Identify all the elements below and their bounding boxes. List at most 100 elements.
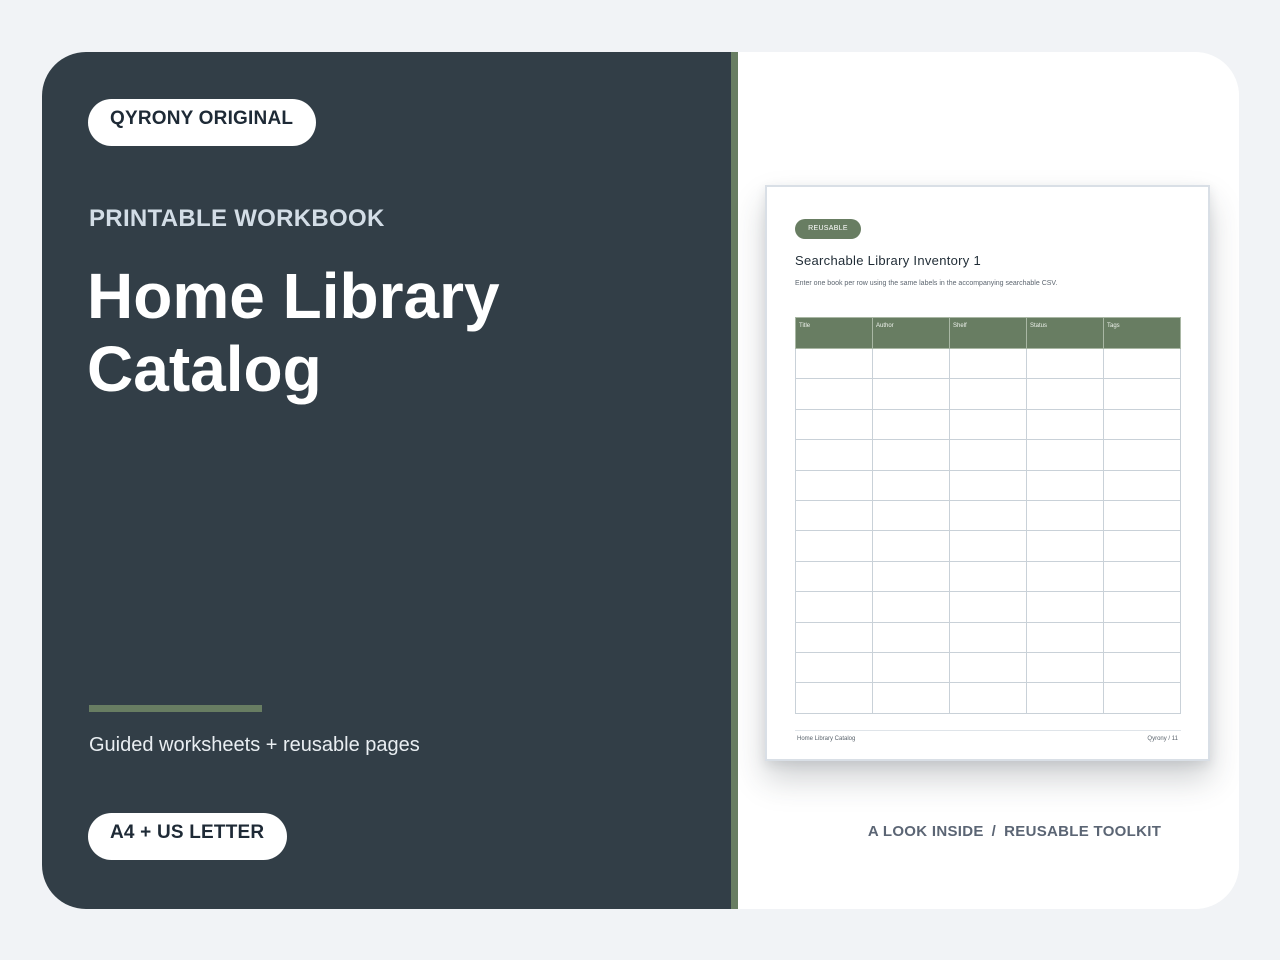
worksheet-page-number: Qyrony / 11 xyxy=(1147,736,1178,742)
table-cell xyxy=(949,499,1027,532)
table-cell xyxy=(1026,621,1104,653)
table-row xyxy=(795,347,1181,380)
table-cell xyxy=(1103,560,1181,593)
table-cell xyxy=(872,621,950,653)
accent-divider xyxy=(731,52,738,909)
table-cell xyxy=(872,591,950,623)
table-cell xyxy=(949,591,1027,623)
cover-panel: QYRONY ORIGINAL PRINTABLE WORKBOOK Home … xyxy=(42,52,731,909)
table-cell xyxy=(872,651,950,684)
caption-right: REUSABLE TOOLKIT xyxy=(1004,823,1162,840)
table-cell xyxy=(1103,591,1181,623)
table-cell xyxy=(872,347,950,380)
table-cell xyxy=(872,682,950,714)
worksheet-description: Enter one book per row using the same la… xyxy=(795,280,1058,287)
table-cell xyxy=(949,378,1027,410)
table-cell xyxy=(795,621,873,653)
table-row xyxy=(795,408,1181,441)
footer-rule xyxy=(795,730,1181,731)
table-cell xyxy=(949,530,1027,562)
table-cell xyxy=(795,682,873,714)
table-cell xyxy=(949,621,1027,653)
table-cell xyxy=(1026,347,1104,380)
table-cell xyxy=(872,499,950,532)
table-cell xyxy=(949,682,1027,714)
worksheet-preview: REUSABLE Searchable Library Inventory 1 … xyxy=(765,185,1210,761)
table-cell xyxy=(795,591,873,623)
worksheet-title: Searchable Library Inventory 1 xyxy=(795,253,982,268)
table-cell xyxy=(872,560,950,593)
table-cell xyxy=(1026,591,1104,623)
table-cell xyxy=(1103,651,1181,684)
preview-panel: REUSABLE Searchable Library Inventory 1 … xyxy=(738,52,1239,909)
table-cell xyxy=(795,530,873,562)
table-cell xyxy=(1026,651,1104,684)
table-cell xyxy=(949,651,1027,684)
column-header-tags: Tags xyxy=(1103,317,1181,349)
worksheet-tag: REUSABLE xyxy=(795,219,861,239)
table-cell xyxy=(1103,347,1181,380)
table-cell xyxy=(1026,439,1104,471)
table-cell xyxy=(872,530,950,562)
table-cell xyxy=(1103,469,1181,501)
product-card: QYRONY ORIGINAL PRINTABLE WORKBOOK Home … xyxy=(42,52,1239,909)
table-cell xyxy=(795,560,873,593)
table-row xyxy=(795,682,1181,714)
column-header-author: Author xyxy=(872,317,950,349)
table-cell xyxy=(795,499,873,532)
cover-title: Home Library Catalog xyxy=(87,260,687,406)
table-cell xyxy=(795,469,873,501)
table-cell xyxy=(1026,499,1104,532)
table-cell xyxy=(949,560,1027,593)
table-cell xyxy=(872,469,950,501)
cover-title-line-2: Catalog xyxy=(87,333,322,405)
inventory-table: Title Author Shelf Status Tags xyxy=(795,317,1181,714)
table-row xyxy=(795,499,1181,532)
table-cell xyxy=(1026,408,1104,441)
table-cell xyxy=(1103,621,1181,653)
table-cell xyxy=(949,408,1027,441)
table-cell xyxy=(795,347,873,380)
worksheet-footer-title: Home Library Catalog xyxy=(797,736,856,742)
table-header-row: Title Author Shelf Status Tags xyxy=(795,317,1181,349)
table-row xyxy=(795,439,1181,471)
caption-separator: / xyxy=(991,823,997,840)
table-cell xyxy=(1026,682,1104,714)
table-cell xyxy=(1103,682,1181,714)
table-cell xyxy=(1103,499,1181,532)
table-cell xyxy=(795,408,873,441)
table-cell xyxy=(1103,408,1181,441)
table-cell xyxy=(872,408,950,441)
table-cell xyxy=(872,439,950,471)
table-cell xyxy=(1103,439,1181,471)
table-cell xyxy=(949,347,1027,380)
table-row xyxy=(795,469,1181,501)
cover-subtitle: Guided worksheets + reusable pages xyxy=(89,734,420,756)
table-row xyxy=(795,378,1181,410)
table-cell xyxy=(795,378,873,410)
table-cell xyxy=(949,469,1027,501)
format-badge: A4 + US LETTER xyxy=(88,813,287,860)
table-row xyxy=(795,591,1181,623)
table-cell xyxy=(1026,469,1104,501)
table-cell xyxy=(795,439,873,471)
table-cell xyxy=(1103,530,1181,562)
table-body xyxy=(795,347,1181,714)
caption-left: A LOOK INSIDE xyxy=(867,823,984,840)
table-cell xyxy=(1026,530,1104,562)
table-cell xyxy=(1026,560,1104,593)
preview-caption: A LOOK INSIDE / REUSABLE TOOLKIT xyxy=(738,823,1239,840)
table-cell xyxy=(795,651,873,684)
table-row xyxy=(795,560,1181,593)
table-cell xyxy=(1026,378,1104,410)
column-header-title: Title xyxy=(795,317,873,349)
table-cell xyxy=(872,378,950,410)
eyebrow-label: PRINTABLE WORKBOOK xyxy=(89,205,385,232)
table-row xyxy=(795,651,1181,684)
cover-title-line-1: Home Library xyxy=(87,260,500,332)
table-cell xyxy=(1103,378,1181,410)
column-header-shelf: Shelf xyxy=(949,317,1027,349)
table-cell xyxy=(949,439,1027,471)
brand-badge: QYRONY ORIGINAL xyxy=(88,99,316,146)
table-row xyxy=(795,621,1181,653)
